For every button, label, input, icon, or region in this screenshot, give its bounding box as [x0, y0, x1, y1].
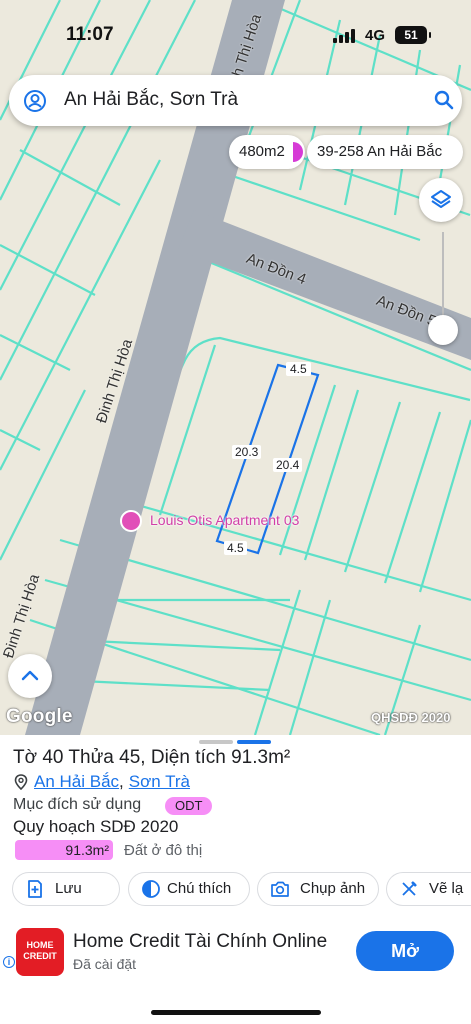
ad-subtitle: Đã cài đặt — [73, 956, 137, 972]
expand-button[interactable] — [8, 654, 52, 698]
status-bar: 11:07 4G 51 — [0, 0, 471, 70]
parcel-title: Tờ 40 Thửa 45, Diện tích 91.3m² — [13, 747, 291, 768]
address-chip[interactable]: 39-258 An Hải Bắc — [307, 135, 463, 169]
account-icon[interactable] — [23, 89, 47, 113]
plan-area-bar: 91.3m² — [15, 840, 113, 860]
purpose-badge: ODT — [165, 797, 213, 815]
search-icon[interactable] — [433, 89, 455, 111]
status-time: 11:07 — [66, 24, 114, 45]
draw-button[interactable]: Vẽ lạ — [386, 872, 471, 906]
sheet-handle[interactable] — [199, 740, 233, 744]
layers-button[interactable] — [419, 178, 463, 222]
camera-icon — [271, 881, 289, 897]
save-button-label: Lưu — [55, 880, 82, 897]
plot-dim-bottom: 4.5 — [224, 541, 247, 555]
area-chip-label: 480m2 — [239, 143, 285, 160]
plot-dim-right: 20.4 — [273, 458, 303, 472]
search-input[interactable]: An Hải Bắc, Sơn Trà — [64, 89, 238, 111]
color-swatch-icon — [293, 142, 303, 162]
ad-title: Home Credit Tài Chính Online — [73, 931, 328, 952]
district-link[interactable]: Sơn Trà — [129, 772, 190, 792]
draw-icon — [402, 881, 417, 896]
location-pin-icon — [14, 774, 28, 790]
capture-button-label: Chụp ảnh — [300, 880, 366, 897]
chevron-up-icon — [21, 670, 39, 681]
map-view[interactable]: 4.5 20.3 20.4 4.5 Đinh Thị Hòa Đinh Thị … — [0, 0, 471, 735]
ad-info-icon[interactable]: i — [3, 956, 15, 968]
network-type: 4G — [365, 27, 386, 44]
action-bar: Lưu Chú thích Chụp ảnh Vẽ lạ — [12, 872, 471, 908]
layers-icon — [431, 190, 451, 208]
opacity-slider-knob[interactable] — [428, 315, 458, 345]
signal-icon — [333, 29, 355, 43]
ad-banner[interactable]: i HOME CREDIT Home Credit Tài Chính Onli… — [0, 918, 471, 984]
overlay-attribution: QHSDĐ 2020 — [371, 710, 451, 725]
area-chip[interactable]: 480m2 — [229, 135, 305, 169]
ward-link[interactable]: An Hải Bắc — [34, 772, 119, 792]
parcel-location: An Hải Bắc , Sơn Trà — [14, 772, 190, 792]
capture-button[interactable]: Chụp ảnh — [257, 872, 379, 906]
search-bar[interactable]: An Hải Bắc, Sơn Trà — [9, 75, 462, 126]
plot-dim-top: 4.5 — [286, 362, 311, 376]
battery-icon: 51 — [395, 26, 431, 44]
legend-button[interactable]: Chú thích — [128, 872, 250, 906]
save-icon — [28, 880, 42, 898]
plan-label: Quy hoạch SDĐ 2020 — [13, 817, 179, 836]
save-button[interactable]: Lưu — [12, 872, 120, 906]
purpose-label: Mục đích sử dụng — [13, 796, 142, 813]
hotel-icon — [120, 510, 142, 532]
ad-open-button[interactable]: Mở — [356, 931, 454, 971]
home-indicator[interactable] — [151, 1010, 321, 1015]
address-chip-label: 39-258 An Hải Bắc — [317, 143, 443, 160]
plot-dim-left: 20.3 — [232, 445, 262, 459]
sheet-handle-active[interactable] — [237, 740, 271, 744]
location-separator: , — [119, 772, 124, 791]
poi-label: Louis Otis Apartment 03 — [150, 512, 300, 528]
plan-land-use: Đất ở đô thị — [124, 842, 203, 859]
legend-button-label: Chú thích — [167, 880, 232, 897]
google-logo: Google — [6, 706, 73, 727]
opacity-slider-track[interactable] — [442, 232, 444, 324]
draw-button-label: Vẽ lạ — [429, 880, 464, 897]
home-credit-logo: HOME CREDIT — [16, 928, 64, 976]
contrast-icon — [142, 880, 160, 898]
